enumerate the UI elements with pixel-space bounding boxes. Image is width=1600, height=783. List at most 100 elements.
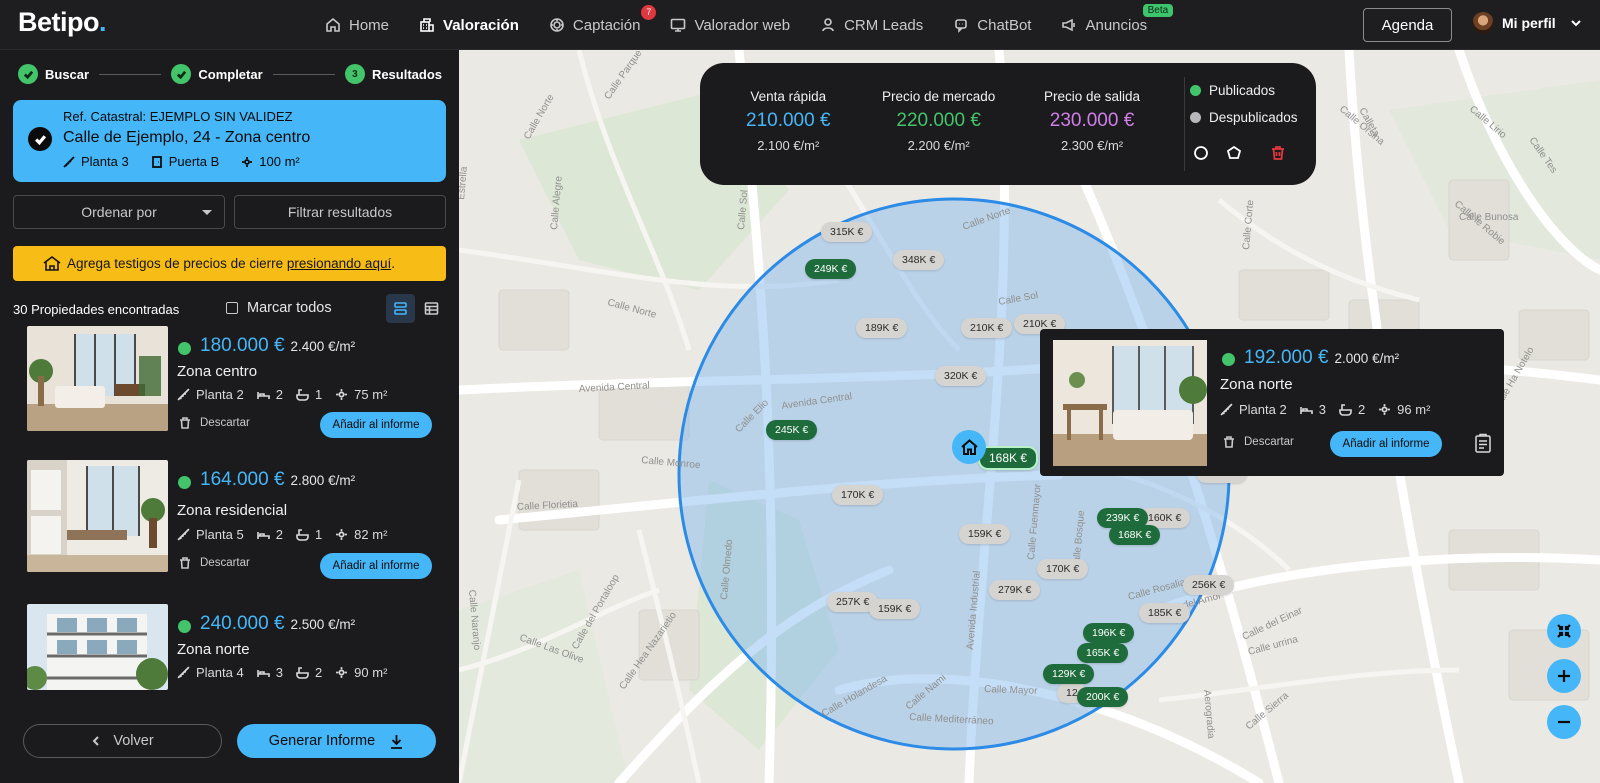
price-marker[interactable]: 168K € <box>1109 525 1161 545</box>
collapse-arrows-icon <box>1557 624 1571 638</box>
step-resultados[interactable]: 3 Resultados <box>344 64 442 84</box>
zoom-out-button[interactable] <box>1547 705 1581 739</box>
price-marker[interactable]: 170K € <box>1037 559 1089 579</box>
table-view-toggle[interactable] <box>417 294 446 323</box>
property-photo <box>27 326 168 431</box>
listing-features: Planta 4 3 2 90 m² <box>177 665 387 680</box>
price-marker[interactable]: 159K € <box>959 524 1011 544</box>
listing-features: Planta 5 2 1 82 m² <box>177 527 387 542</box>
logo[interactable]: Betipo. <box>18 7 107 38</box>
published-status-dot <box>1222 353 1235 366</box>
generate-report-button[interactable]: Generar Informe <box>237 724 436 758</box>
price-marker[interactable]: 256K € <box>1183 575 1235 595</box>
price-marker[interactable]: 210K € <box>961 318 1013 338</box>
report-clipboard-button[interactable] <box>1474 433 1492 453</box>
add-to-report-button[interactable]: Añadir al informe <box>1330 431 1442 457</box>
price-marker[interactable]: 200K € <box>1077 687 1129 707</box>
legend-published[interactable]: Publicados <box>1190 83 1275 98</box>
price-marker[interactable]: 189K € <box>856 318 908 338</box>
price-marker[interactable]: 320K € <box>935 366 987 386</box>
price-marker[interactable]: 279K € <box>989 580 1041 600</box>
property-address: Calle de Ejemplo, 24 - Zona centro <box>63 129 311 146</box>
price-marker[interactable]: 185K € <box>1139 603 1191 623</box>
ruler-icon <box>177 528 190 541</box>
beta-badge: Beta <box>1142 3 1174 17</box>
avatar <box>1472 12 1494 34</box>
zoom-in-button[interactable] <box>1547 659 1581 693</box>
sort-dropdown[interactable]: Ordenar por <box>13 195 225 229</box>
price-marker[interactable]: 168K € <box>978 446 1039 470</box>
legend-unpublished[interactable]: Despublicados <box>1190 110 1298 125</box>
notification-badge: 7 <box>641 4 657 20</box>
bath-icon <box>296 529 309 541</box>
price-marker[interactable]: 348K € <box>893 250 945 270</box>
area-icon <box>242 156 253 167</box>
listing-features: Planta 2 3 2 96 m² <box>1220 402 1430 417</box>
back-button[interactable]: Volver <box>23 724 222 758</box>
step-buscar[interactable]: Buscar <box>18 64 89 84</box>
home-pin[interactable] <box>952 430 986 464</box>
price-per-m2: 2.500 €/m² <box>290 617 356 632</box>
list-item[interactable]: 164.000 € 2.800 €/m² Zona residencial Pla… <box>27 460 447 579</box>
filter-button[interactable]: Filtrar resultados <box>234 195 446 229</box>
add-to-report-button[interactable]: Añadir al informe <box>320 412 432 438</box>
area-icon <box>336 389 348 400</box>
mark-all-checkbox[interactable]: Marcar todos <box>226 300 332 316</box>
legend-dot <box>1190 112 1201 123</box>
chevron-left-icon <box>92 736 100 746</box>
price-marker[interactable]: 165K € <box>1077 643 1129 663</box>
published-status-dot <box>178 476 191 489</box>
add-to-report-button[interactable]: Añadir al informe <box>320 553 432 579</box>
banner-link[interactable]: presionando aquí <box>287 256 391 271</box>
property-popup[interactable]: 192.000 € 2.000 €/m² Zona norte Planta 2 … <box>1040 329 1504 476</box>
discard-button[interactable]: Descartar <box>179 557 250 569</box>
listing-zone: Zona norte <box>1220 376 1293 393</box>
results-header: 30 Propiedades encontradas Marcar todos <box>13 294 446 324</box>
clipboard-icon <box>1475 433 1491 453</box>
property-meta: Planta 3 Puerta B 100 m² <box>63 154 300 169</box>
price-marker[interactable]: 315K € <box>821 222 873 242</box>
home-icon <box>960 438 978 455</box>
discard-button[interactable]: Descartar <box>1223 436 1294 448</box>
draw-circle-tool[interactable] <box>1193 145 1209 161</box>
nav-home[interactable]: Home <box>325 17 389 34</box>
price-marker[interactable]: 196K € <box>1083 623 1135 643</box>
agenda-button[interactable]: Agenda <box>1363 8 1452 42</box>
nav-crm-leads[interactable]: CRM Leads <box>820 17 923 34</box>
listing-zone: Zona residencial <box>177 502 288 519</box>
price-marker[interactable]: 170K € <box>832 485 884 505</box>
ruler-icon <box>177 388 190 401</box>
legend-dot <box>1190 85 1201 96</box>
polygon-icon <box>1226 145 1242 159</box>
list-item[interactable]: 240.000 € 2.500 €/m² Zona norte Planta 4 … <box>27 604 447 690</box>
step-completar[interactable]: Completar <box>171 64 263 84</box>
listing-features: Planta 2 2 1 75 m² <box>177 387 387 402</box>
map-view[interactable]: Calle Norte Calle Parque Calle Alegre Calle… <box>459 50 1600 783</box>
stat-quick-sale: Venta rápida 210.000 € 2.100 €/m² <box>746 89 831 153</box>
nav-valoracion[interactable]: Valoración <box>419 17 519 34</box>
nav-anuncios[interactable]: Anuncios Beta <box>1061 3 1174 34</box>
profile-menu[interactable]: Mi perfil <box>1472 12 1582 34</box>
nav-captacion[interactable]: Captación 7 <box>549 4 657 34</box>
list-view-toggle[interactable] <box>386 294 415 323</box>
price-marker[interactable]: 249K € <box>805 259 857 279</box>
area-icon <box>336 667 348 678</box>
checkbox[interactable] <box>226 302 238 314</box>
step-divider <box>272 73 335 75</box>
listing-price: 192.000 € <box>1244 347 1329 368</box>
fit-area-button[interactable] <box>1547 614 1581 648</box>
list-item[interactable]: 180.000 € 2.400 €/m² Zona centro Planta 2… <box>27 326 447 438</box>
nav-chatbot[interactable]: ChatBot <box>953 17 1031 34</box>
price-marker[interactable]: 159K € <box>869 599 921 619</box>
price-marker[interactable]: 129K € <box>1043 664 1095 684</box>
draw-polygon-tool[interactable] <box>1226 145 1242 161</box>
bed-icon <box>256 392 270 399</box>
top-navbar: Betipo. Home Valoración Captación 7 Valo… <box>0 0 1600 50</box>
nav-valorador-web[interactable]: Valorador web <box>670 17 790 34</box>
delete-area-tool[interactable] <box>1270 145 1286 161</box>
chat-icon <box>955 19 968 33</box>
discard-button[interactable]: Descartar <box>179 417 250 429</box>
bed-icon <box>1299 407 1313 414</box>
trash-icon <box>1272 146 1284 160</box>
price-marker[interactable]: 245K € <box>766 420 818 440</box>
